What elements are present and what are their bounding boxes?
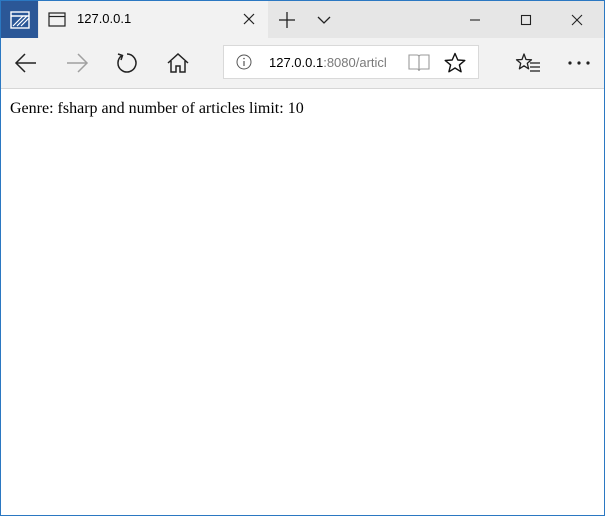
refresh-icon (117, 53, 137, 73)
maximize-button[interactable] (501, 1, 551, 38)
minimize-button[interactable] (450, 1, 500, 38)
tab-title: 127.0.0.1 (77, 11, 132, 26)
refresh-button[interactable] (111, 47, 143, 79)
page-body-text: Genre: fsharp and number of articles lim… (10, 100, 304, 117)
maximize-icon (520, 14, 532, 25)
more-icon (568, 61, 590, 65)
browser-app-icon[interactable] (1, 1, 38, 38)
url-path: :8080/articl (323, 55, 387, 70)
tab-list-button[interactable] (310, 8, 338, 32)
tab-page-icon (48, 12, 66, 32)
browser-tab[interactable]: 127.0.0.1 (39, 1, 268, 38)
info-icon[interactable] (236, 54, 252, 75)
back-button[interactable] (10, 47, 42, 79)
url-text[interactable]: 127.0.0.1:8080/articl (269, 55, 399, 71)
url-host: 127.0.0.1 (269, 55, 324, 70)
star-icon[interactable] (444, 52, 466, 79)
close-icon (571, 14, 583, 25)
forward-button[interactable] (61, 47, 93, 79)
title-bar: 127.0.0.1 (1, 1, 604, 38)
browser-window: 127.0.0.1 127.0.0.1:8080/articl Genre: f… (0, 0, 605, 516)
minimize-icon (470, 18, 480, 21)
favorites-hub-button[interactable] (512, 47, 544, 79)
forward-arrow-icon (67, 53, 89, 73)
navigation-bar: 127.0.0.1:8080/articl (1, 38, 604, 89)
home-button[interactable] (162, 47, 194, 79)
new-tab-button[interactable] (273, 8, 301, 32)
back-arrow-icon (14, 53, 36, 73)
tab-close-icon[interactable] (242, 12, 256, 31)
plus-icon (279, 12, 295, 28)
address-bar[interactable]: 127.0.0.1:8080/articl (223, 45, 479, 79)
chevron-down-icon (317, 16, 331, 24)
tab-manager-icon (9, 10, 30, 29)
page-content: Genre: fsharp and number of articles lim… (1, 89, 604, 515)
more-button[interactable] (563, 47, 595, 79)
reading-view-icon[interactable] (408, 53, 430, 77)
close-window-button[interactable] (552, 1, 602, 38)
favorites-list-icon (515, 53, 540, 72)
home-icon (167, 52, 189, 73)
